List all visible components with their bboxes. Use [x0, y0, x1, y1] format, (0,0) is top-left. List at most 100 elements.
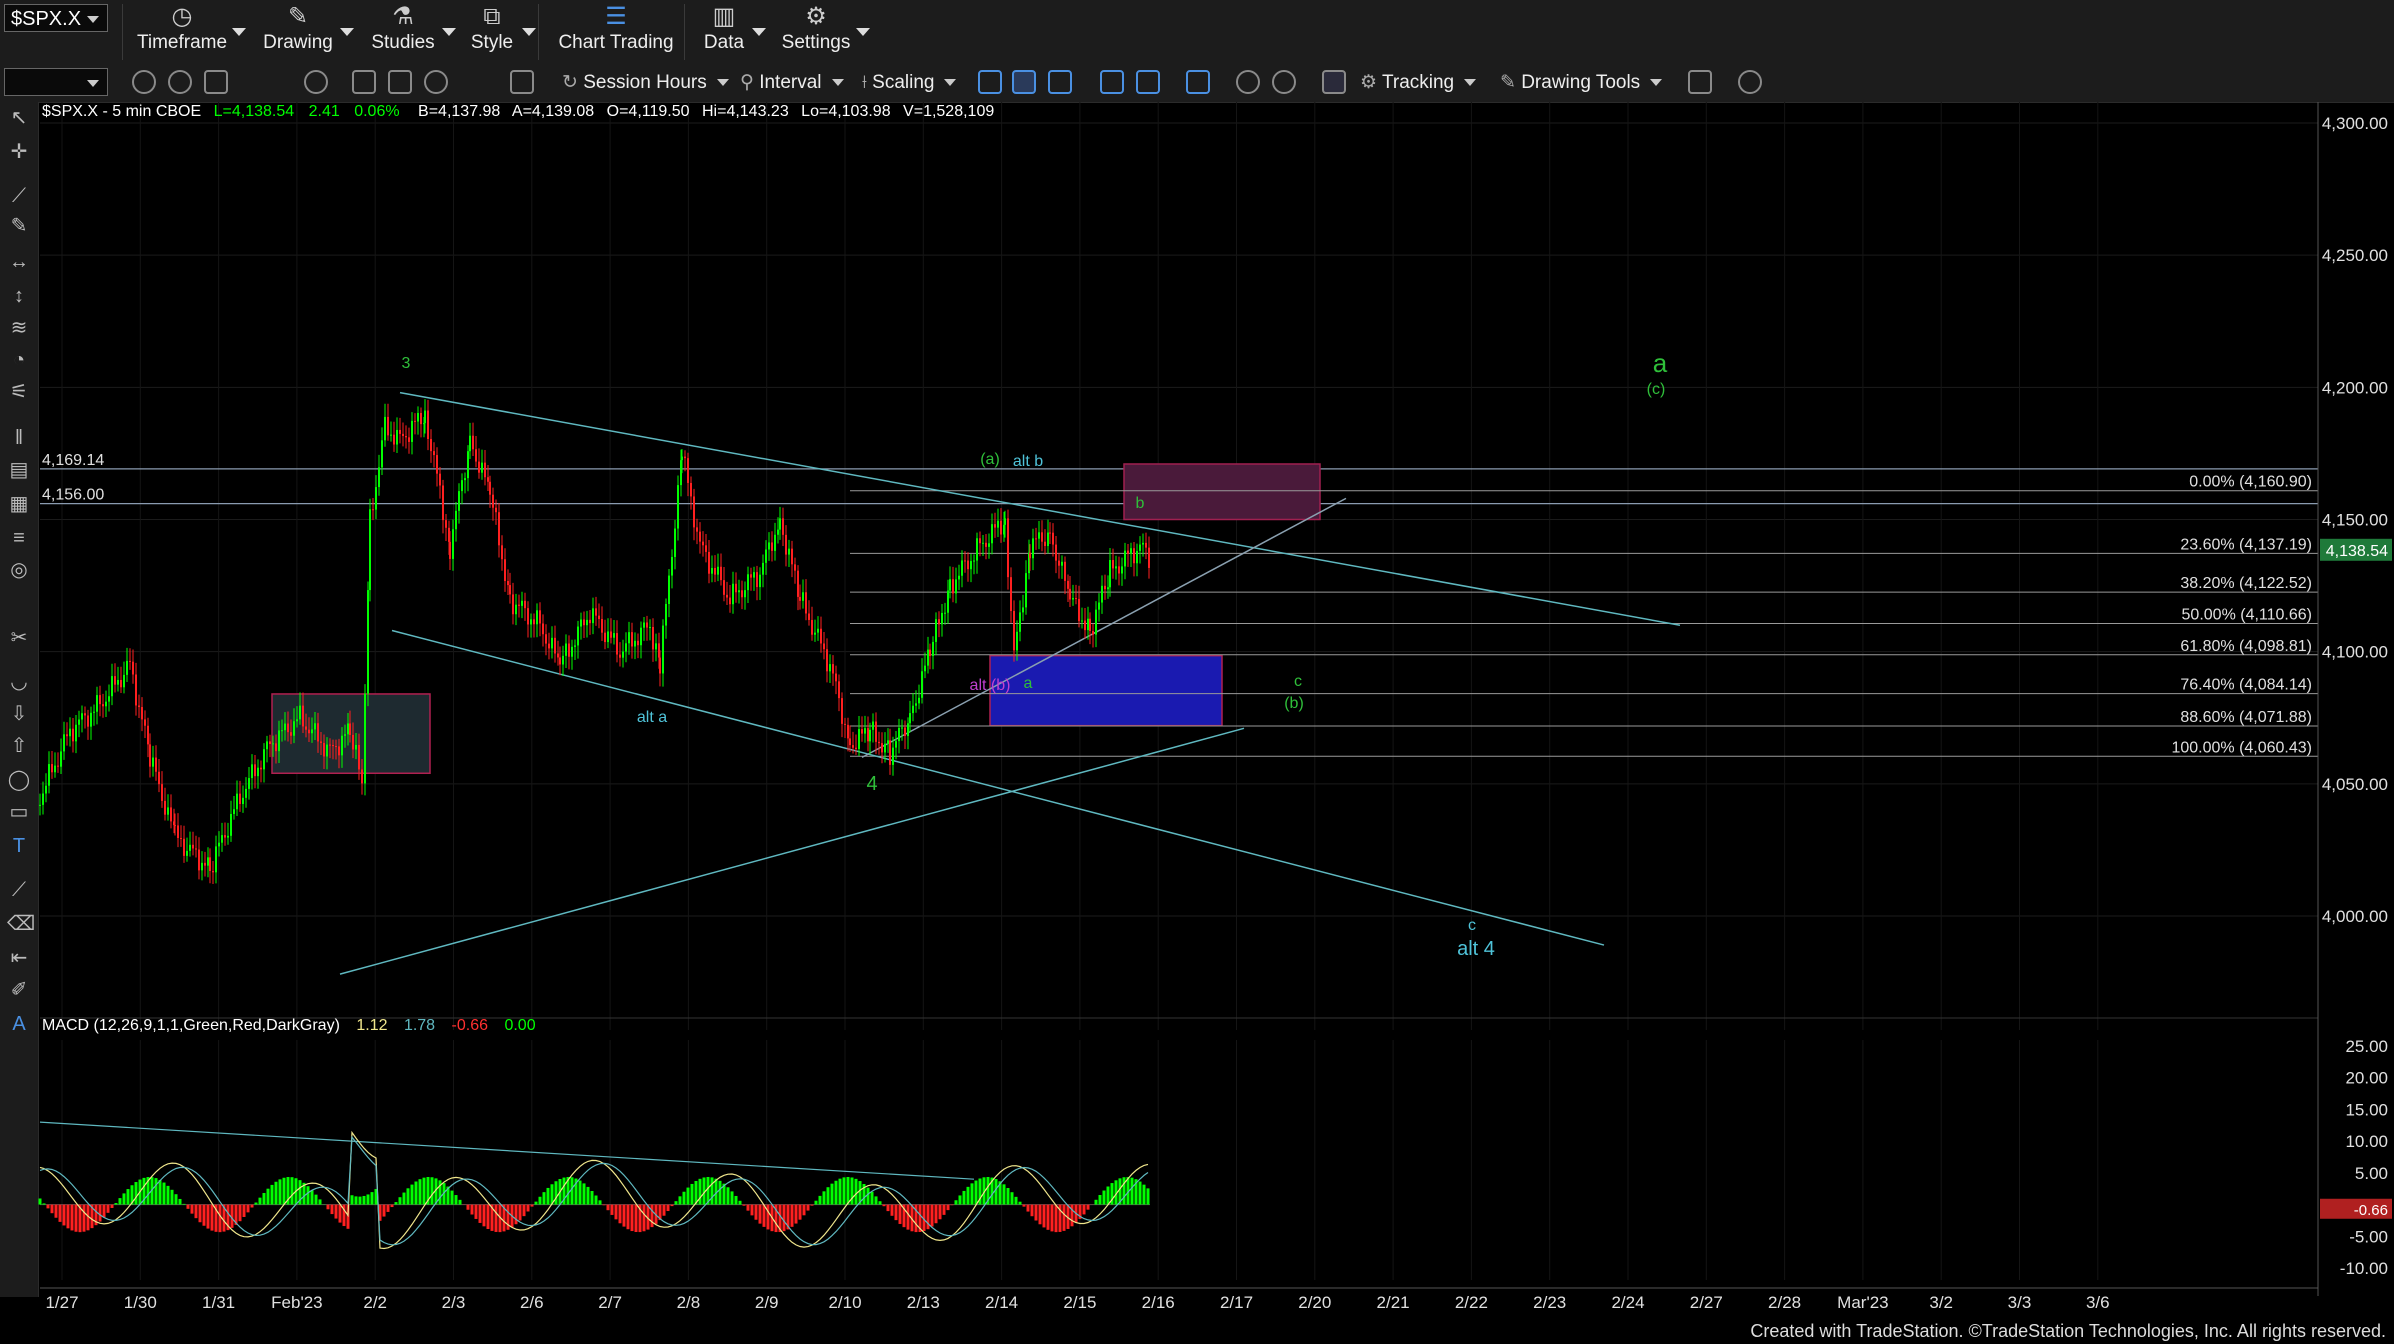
- candle-body: [1109, 560, 1111, 588]
- candle-body: [711, 567, 713, 574]
- candle-body: [921, 671, 923, 698]
- fib-label: 23.60% (4,137.19): [2180, 536, 2312, 553]
- macd-histogram-bar: [546, 1187, 550, 1205]
- candle-body: [96, 695, 98, 712]
- macd-histogram-bar: [430, 1177, 434, 1205]
- macd-histogram-bar: [1046, 1204, 1050, 1230]
- candle-body: [855, 747, 857, 749]
- candle-body: [48, 764, 50, 786]
- wave-label-a-paren: (a): [980, 451, 1000, 468]
- candle-body: [367, 590, 369, 694]
- macd-histogram-bar: [134, 1182, 138, 1205]
- candle-body: [580, 619, 582, 627]
- candle-body: [501, 545, 503, 560]
- price-label: 4,150.00: [2322, 511, 2388, 530]
- price-chart[interactable]: 4,169.14 4,156.00 0.00% (4,160.90) 23.60% (…: [0, 0, 2394, 1344]
- macd-histogram-bar: [1002, 1184, 1006, 1205]
- high-price: Hi=4,143.23: [702, 103, 789, 120]
- candle-body: [170, 807, 172, 822]
- macd-histogram-bar: [606, 1204, 610, 1211]
- date-label: 2/16: [1142, 1293, 1175, 1312]
- macd-histogram-bar: [334, 1204, 338, 1219]
- candle-body: [108, 696, 110, 702]
- candle-body: [221, 835, 223, 843]
- macd-histogram-bar: [822, 1191, 826, 1205]
- candle-body: [898, 728, 900, 742]
- candle-body: [1047, 532, 1049, 547]
- candle-body: [545, 634, 547, 644]
- macd-histogram-bar: [810, 1204, 814, 1206]
- macd-histogram-bar: [594, 1195, 598, 1205]
- candle-body: [114, 676, 116, 685]
- macd-histogram-bar: [590, 1190, 594, 1205]
- macd-histogram-bar: [942, 1204, 946, 1215]
- candle-body: [204, 862, 206, 866]
- macd-histogram-bar: [966, 1186, 970, 1205]
- candle-body: [625, 643, 627, 652]
- candle-body: [284, 723, 286, 731]
- wave-label-alt-b-paren: alt (b): [970, 677, 1011, 694]
- candle-body: [509, 585, 511, 595]
- macd-histogram-bar: [110, 1204, 114, 1208]
- candle-body: [335, 746, 337, 748]
- candle-body: [60, 751, 62, 767]
- candle-body: [726, 594, 728, 598]
- candle-body: [637, 640, 639, 646]
- macd-histogram-bar: [806, 1204, 810, 1211]
- macd-histogram-bar: [854, 1178, 858, 1205]
- candle-body: [90, 712, 92, 727]
- candle-body: [811, 619, 813, 635]
- candle-body: [912, 705, 914, 714]
- candle-body: [338, 746, 340, 756]
- candle-body: [646, 622, 648, 628]
- candle-body: [81, 713, 83, 720]
- wave-label-alt-a: alt a: [637, 709, 667, 726]
- candle-body: [952, 579, 954, 594]
- macd-histogram-bar: [518, 1204, 522, 1221]
- candle-body: [361, 769, 363, 784]
- macd-histogram-bar: [102, 1204, 106, 1218]
- macd-histogram-bar: [338, 1204, 342, 1223]
- macd-histogram-bar: [746, 1204, 750, 1211]
- candle-body: [278, 730, 280, 752]
- macd-histogram-bar: [66, 1204, 70, 1229]
- macd-histogram-bar: [682, 1191, 686, 1205]
- candle-body: [964, 560, 966, 562]
- candle-body: [233, 809, 235, 814]
- candle-body: [589, 619, 591, 624]
- macd-histogram-bar: [262, 1192, 266, 1205]
- candle-body: [507, 581, 509, 586]
- macd-histogram-bar: [166, 1185, 170, 1205]
- macd-histogram-bar: [686, 1187, 690, 1205]
- macd-histogram-bar: [890, 1204, 894, 1216]
- candle-body: [779, 518, 781, 530]
- macd-histogram-bar: [238, 1204, 242, 1222]
- macd-histogram-bar: [882, 1204, 886, 1207]
- candle-body: [565, 643, 567, 656]
- candle-body: [201, 862, 203, 871]
- macd-histogram-bar: [210, 1204, 214, 1231]
- candle-body: [111, 676, 113, 697]
- candle-body: [1000, 520, 1002, 535]
- macd-histogram-bar: [838, 1178, 842, 1205]
- candle-body: [245, 788, 247, 798]
- macd-histogram-bar: [1038, 1204, 1042, 1225]
- candle-body: [332, 745, 334, 747]
- macd-histogram-bar: [610, 1204, 614, 1215]
- candle-body: [785, 534, 787, 555]
- trend-line: [399, 391, 1681, 626]
- macd-histogram-bar: [98, 1204, 102, 1222]
- fib-label: 88.60% (4,071.88): [2180, 709, 2312, 726]
- candle-body: [832, 664, 834, 674]
- candle-body: [723, 580, 725, 595]
- date-label: 2/24: [1611, 1293, 1644, 1312]
- candle-body: [938, 619, 940, 625]
- chart-overlays: 4,169.14 4,156.00 0.00% (4,160.90) 23.60% (…: [40, 391, 2318, 975]
- macd-histogram-bar: [930, 1204, 934, 1227]
- macd-histogram-bar: [762, 1204, 766, 1227]
- candle-body: [643, 622, 645, 628]
- macd-histogram-bar: [1022, 1204, 1026, 1207]
- date-label: 3/2: [1929, 1293, 1953, 1312]
- date-label: 2/3: [442, 1293, 466, 1312]
- candle-body: [381, 440, 383, 468]
